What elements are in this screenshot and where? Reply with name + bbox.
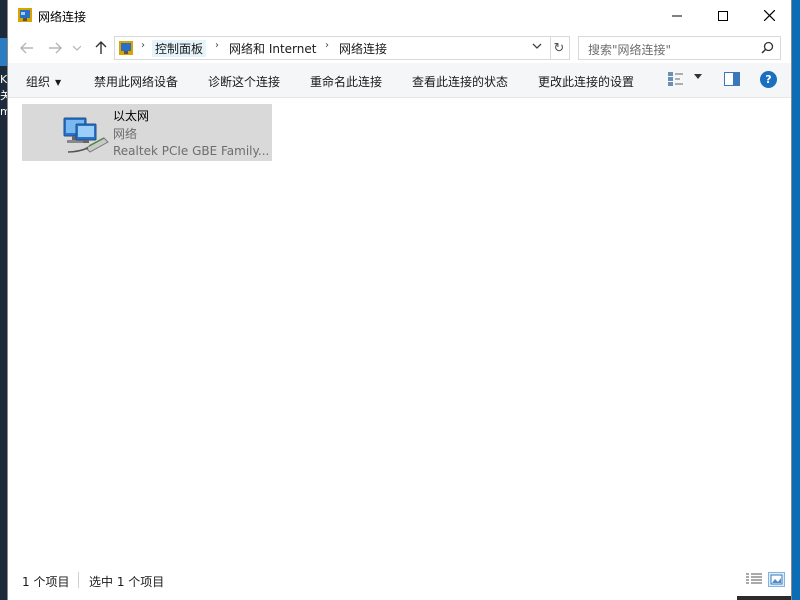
desktop-label-fragment: K [0, 73, 8, 86]
caret-down-icon: ▼ [55, 78, 62, 87]
file-list-view[interactable]: 以太网 网络 Realtek PCIe GBE Family... [8, 98, 791, 566]
details-view-icon[interactable] [746, 573, 762, 585]
breadcrumb-separator[interactable]: › [215, 40, 219, 51]
selected-count: 选中 1 个项目 [89, 575, 165, 589]
view-options-icon[interactable] [668, 72, 684, 86]
desktop-background-right [791, 0, 800, 600]
chevron-down-icon [73, 45, 81, 51]
up-button[interactable] [90, 37, 112, 59]
view-status-button[interactable]: 查看此连接的状态 [412, 73, 508, 90]
breadcrumb-separator[interactable]: › [325, 40, 329, 51]
control-panel-icon [119, 41, 133, 55]
preview-pane-icon[interactable] [724, 72, 740, 86]
change-settings-button[interactable]: 更改此连接的设置 [538, 73, 634, 90]
diagnose-connection-button[interactable]: 诊断这个连接 [208, 73, 280, 90]
explorer-window: 网络连接 › 控制面板 › 网络和 Internet › 网络连接 ↻ 搜索"网… [8, 0, 791, 600]
chevron-down-icon[interactable] [532, 41, 542, 53]
breadcrumb-network-connections[interactable]: 网络连接 [339, 40, 387, 57]
network-connections-icon [18, 8, 32, 22]
connection-name: 以太网 [113, 109, 150, 123]
recent-locations-button[interactable] [70, 37, 84, 59]
tiles-view-button[interactable] [768, 572, 785, 587]
disable-device-button[interactable]: 禁用此网络设备 [94, 73, 178, 90]
maximize-icon [718, 10, 728, 21]
close-button[interactable] [746, 0, 792, 31]
close-icon [763, 10, 775, 21]
ethernet-adapter-icon [63, 117, 109, 153]
status-divider [78, 572, 79, 588]
maximize-button[interactable] [700, 0, 746, 31]
search-placeholder: 搜索"网络连接" [588, 43, 672, 57]
command-bar: 组织 ▼ 禁用此网络设备 诊断这个连接 重命名此连接 查看此连接的状态 更改此连接… [8, 63, 791, 98]
minimize-icon [672, 15, 682, 16]
search-icon [761, 41, 774, 54]
desktop-shortcut-icon[interactable] [0, 38, 8, 66]
breadcrumb-control-panel[interactable]: 控制面板 [152, 40, 207, 57]
arrow-right-icon [49, 42, 62, 54]
tiles-view-icon [770, 574, 783, 585]
refresh-icon: ↻ [553, 40, 565, 56]
item-count: 1 个项目 [22, 575, 70, 589]
breadcrumb-separator: › [141, 40, 145, 51]
window-title: 网络连接 [38, 10, 87, 24]
rename-connection-button[interactable]: 重命名此连接 [310, 73, 382, 90]
taskbar-fragment [737, 596, 791, 600]
forward-button[interactable] [44, 37, 66, 59]
connection-network: 网络 [113, 127, 138, 141]
organize-button[interactable]: 组织 ▼ [26, 73, 61, 90]
minimize-button[interactable] [654, 0, 700, 31]
arrow-up-icon [95, 41, 107, 54]
refresh-button[interactable]: ↻ [549, 36, 570, 60]
help-button[interactable]: ? [760, 71, 777, 88]
organize-label: 组织 [26, 75, 51, 89]
list-item[interactable]: 以太网 网络 Realtek PCIe GBE Family... [22, 104, 272, 161]
window-bottom-border [8, 594, 791, 600]
breadcrumb-network-internet[interactable]: 网络和 Internet [229, 40, 316, 57]
arrow-left-icon [20, 42, 33, 54]
connection-device: Realtek PCIe GBE Family... [113, 144, 270, 158]
chevron-down-icon[interactable] [694, 74, 702, 80]
back-button[interactable] [16, 37, 38, 59]
status-bar: 1 个项目 选中 1 个项目 [8, 566, 791, 594]
navigation-bar: › 控制面板 › 网络和 Internet › 网络连接 ↻ 搜索"网络连接" [8, 34, 791, 62]
search-input[interactable]: 搜索"网络连接" [578, 36, 781, 60]
address-bar[interactable]: › 控制面板 › 网络和 Internet › 网络连接 [114, 36, 551, 60]
title-bar[interactable]: 网络连接 [8, 0, 791, 31]
